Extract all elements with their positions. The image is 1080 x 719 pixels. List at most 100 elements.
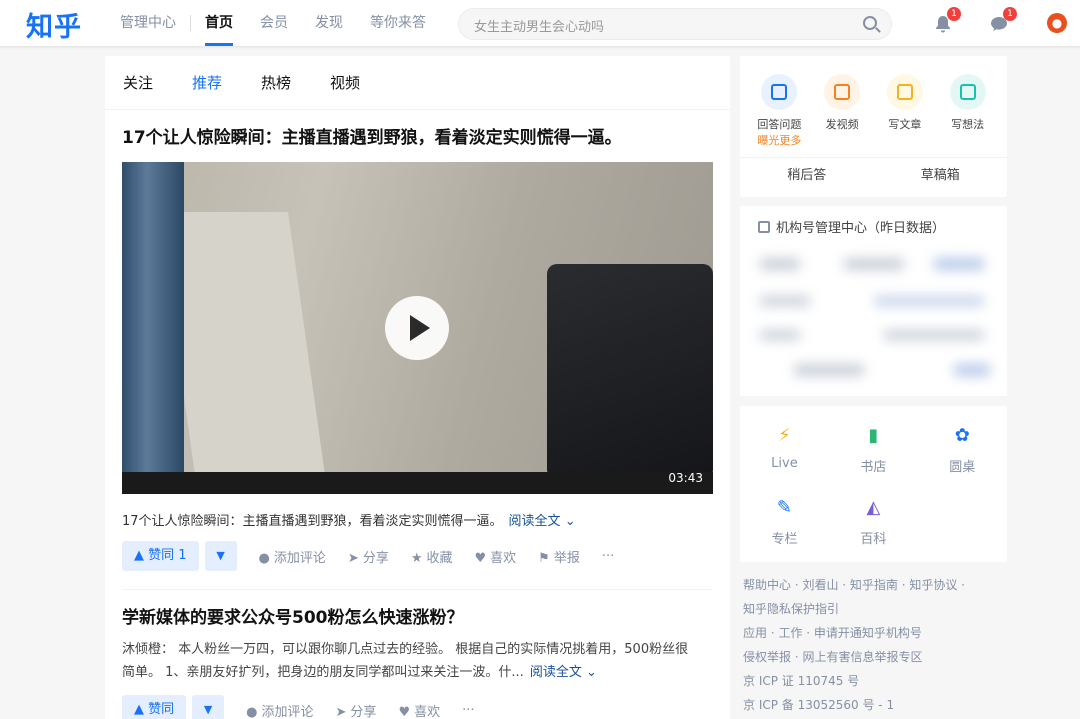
- tab-hot[interactable]: 热榜: [261, 72, 291, 93]
- tools-panel: ⚡ Live ▮ 书店 ✿ 圆桌 ✎ 专栏 ◭ 百科: [740, 406, 1007, 562]
- encyclopedia-link[interactable]: ◭ 百科: [829, 492, 918, 564]
- later-answer-link[interactable]: 稍后答: [740, 158, 874, 197]
- card-excerpt: 17个让人惊险瞬间：主播直播遇到野狼，看着淡定实则慌得一逼。 阅读全文 ⌄: [122, 514, 712, 530]
- book-icon: ▮: [868, 425, 879, 446]
- heart-icon: ♥: [398, 704, 411, 719]
- answer-label: 回答问题: [757, 118, 802, 131]
- search-placeholder: 女生主动男生会心动吗: [474, 20, 605, 35]
- encyclopedia-label: 百科: [860, 532, 887, 547]
- feed-card: 17个让人惊险瞬间：主播直播遇到野狼，看着淡定实则慌得一逼。 03:43 17个…: [105, 110, 730, 590]
- collect-label: 收藏: [426, 550, 453, 566]
- dashboard-icon: [758, 221, 770, 233]
- comment-icon: ●: [258, 550, 270, 566]
- footer-line-1[interactable]: 帮助中心 · 刘看山 · 知乎指南 · 知乎协议 ·: [743, 573, 1008, 597]
- footer-line-4[interactable]: 侵权举报 · 网上有害信息举报专区: [743, 645, 1008, 669]
- write-idea-button[interactable]: 写想法: [938, 74, 998, 148]
- notification-badge: 1: [947, 7, 961, 21]
- live-link[interactable]: ⚡ Live: [740, 420, 829, 492]
- downvote-button[interactable]: ▼: [192, 695, 225, 719]
- encyclopedia-icon: ◭: [866, 497, 881, 518]
- share-icon: ➤: [347, 550, 359, 566]
- feed-tabs: 关注 推荐 热榜 视频: [105, 56, 730, 110]
- column-link[interactable]: ✎ 专栏: [740, 492, 829, 564]
- avatar[interactable]: ●: [1047, 13, 1067, 33]
- card-actions: ▲ 赞同 ▼ ● 添加评论 ➤ 分享 ♥ 喜欢 ···: [122, 695, 712, 719]
- search-icon[interactable]: [863, 16, 877, 30]
- excerpt-text: 17个让人惊险瞬间：主播直播遇到野狼，看着淡定实则慌得一逼。: [122, 514, 503, 529]
- more-button[interactable]: ···: [462, 703, 474, 718]
- tab-recommend[interactable]: 推荐: [192, 72, 222, 93]
- downvote-button[interactable]: ▼: [204, 541, 237, 571]
- like-label: 喜欢: [414, 704, 441, 719]
- tools-grid: ⚡ Live ▮ 书店 ✿ 圆桌 ✎ 专栏 ◭ 百科: [740, 406, 1007, 564]
- heart-icon: ♥: [474, 550, 487, 566]
- more-button[interactable]: ···: [602, 549, 614, 564]
- like-button[interactable]: ♥ 喜欢: [398, 701, 440, 719]
- nav-discover[interactable]: 发现: [315, 0, 343, 46]
- upvote-button[interactable]: ▲ 赞同 1: [122, 541, 199, 571]
- footer-line-5[interactable]: 京 ICP 证 110745 号: [743, 669, 1008, 693]
- footer-line-3[interactable]: 应用 · 工作 · 申请开通知乎机构号: [743, 621, 1008, 645]
- post-video-button[interactable]: 发视频: [812, 74, 872, 148]
- tab-follow[interactable]: 关注: [123, 72, 153, 93]
- nav-waiting-answers[interactable]: 等你来答: [370, 0, 426, 46]
- nav-membership[interactable]: 会员: [260, 0, 288, 46]
- video-player[interactable]: 03:43: [122, 162, 713, 494]
- upvote-icon: ▲: [134, 548, 144, 563]
- notification-bell-icon[interactable]: 1: [933, 7, 961, 34]
- drafts-link[interactable]: 草稿箱: [874, 158, 1008, 197]
- read-more-label: 阅读全文: [508, 514, 561, 529]
- nav-home[interactable]: 首页: [205, 0, 233, 46]
- org-center-panel: 机构号管理中心（昨日数据）: [740, 206, 1007, 396]
- video-frame-truck: [547, 264, 713, 474]
- share-label: 分享: [362, 550, 389, 566]
- top-nav: 管理中心 首页 会员 发现 等你来答: [120, 0, 453, 46]
- tab-video[interactable]: 视频: [330, 72, 360, 93]
- messages-icon[interactable]: 1: [989, 7, 1017, 34]
- feed-panel: 关注 推荐 热榜 视频 17个让人惊险瞬间：主播直播遇到野狼，看着淡定实则慌得一…: [105, 56, 730, 719]
- play-button[interactable]: [385, 296, 449, 360]
- answer-sublabel: 曝光更多: [757, 134, 802, 147]
- answer-question-button[interactable]: 回答问题 曝光更多: [749, 74, 809, 148]
- org-center-title[interactable]: 机构号管理中心（昨日数据）: [740, 206, 1007, 236]
- read-more-link[interactable]: 阅读全文 ⌄: [530, 665, 597, 680]
- author-name[interactable]: 沐倾橙：: [122, 642, 174, 657]
- read-more-link[interactable]: 阅读全文 ⌄: [509, 514, 576, 529]
- video-label: 发视频: [825, 118, 859, 131]
- create-bottom-links: 稍后答 草稿箱: [740, 157, 1007, 197]
- nav-separator: [190, 15, 191, 31]
- footer-links: 帮助中心 · 刘看山 · 知乎指南 · 知乎协议 · 知乎隐私保护指引 应用 ·…: [743, 573, 1008, 717]
- like-button[interactable]: ♥ 喜欢: [475, 547, 517, 566]
- card-title[interactable]: 学新媒体的要求公众号500粉怎么快速涨粉？: [122, 606, 712, 630]
- nav-admin-center[interactable]: 管理中心: [120, 0, 176, 46]
- top-bar: 知乎 管理中心 首页 会员 发现 等你来答 女生主动男生会心动吗 1 1 ●: [0, 0, 1080, 46]
- chevron-down-icon: ⌄: [564, 514, 576, 529]
- zhihu-logo[interactable]: 知乎: [26, 5, 82, 44]
- report-button[interactable]: ⚑ 举报: [538, 547, 580, 566]
- column-label: 专栏: [771, 532, 798, 547]
- share-button[interactable]: ➤ 分享: [348, 547, 389, 566]
- search-input[interactable]: 女生主动男生会心动吗: [458, 8, 892, 40]
- pen-icon: ✎: [776, 497, 792, 518]
- share-button[interactable]: ➤ 分享: [336, 701, 377, 719]
- write-article-button[interactable]: 写文章: [875, 74, 935, 148]
- comment-button[interactable]: ● 添加评论: [246, 701, 313, 719]
- bookstore-link[interactable]: ▮ 书店: [829, 420, 918, 492]
- blurred-stats: [754, 248, 999, 388]
- video-icon: [824, 74, 861, 110]
- chevron-down-icon: ⌄: [585, 665, 597, 680]
- org-center-label: 机构号管理中心（昨日数据）: [776, 221, 946, 236]
- comment-icon: ●: [246, 704, 258, 719]
- video-duration: 03:43: [668, 471, 703, 485]
- card-title[interactable]: 17个让人惊险瞬间：主播直播遇到野狼，看着淡定实则慌得一逼。: [122, 126, 712, 150]
- upvote-button[interactable]: ▲ 赞同: [122, 695, 187, 719]
- star-icon: ★: [410, 550, 423, 566]
- create-panel: 回答问题 曝光更多 发视频 写文章 写想法 稍后答 草稿箱: [740, 56, 1007, 197]
- comment-label: 添加评论: [273, 550, 326, 566]
- roundtable-link[interactable]: ✿ 圆桌: [918, 420, 1007, 492]
- collect-button[interactable]: ★ 收藏: [411, 547, 453, 566]
- lightning-icon: ⚡: [778, 425, 791, 446]
- comment-button[interactable]: ● 添加评论: [259, 547, 326, 566]
- footer-line-2[interactable]: 知乎隐私保护指引: [743, 597, 1008, 621]
- footer-line-6[interactable]: 京 ICP 备 13052560 号 - 1: [743, 693, 1008, 717]
